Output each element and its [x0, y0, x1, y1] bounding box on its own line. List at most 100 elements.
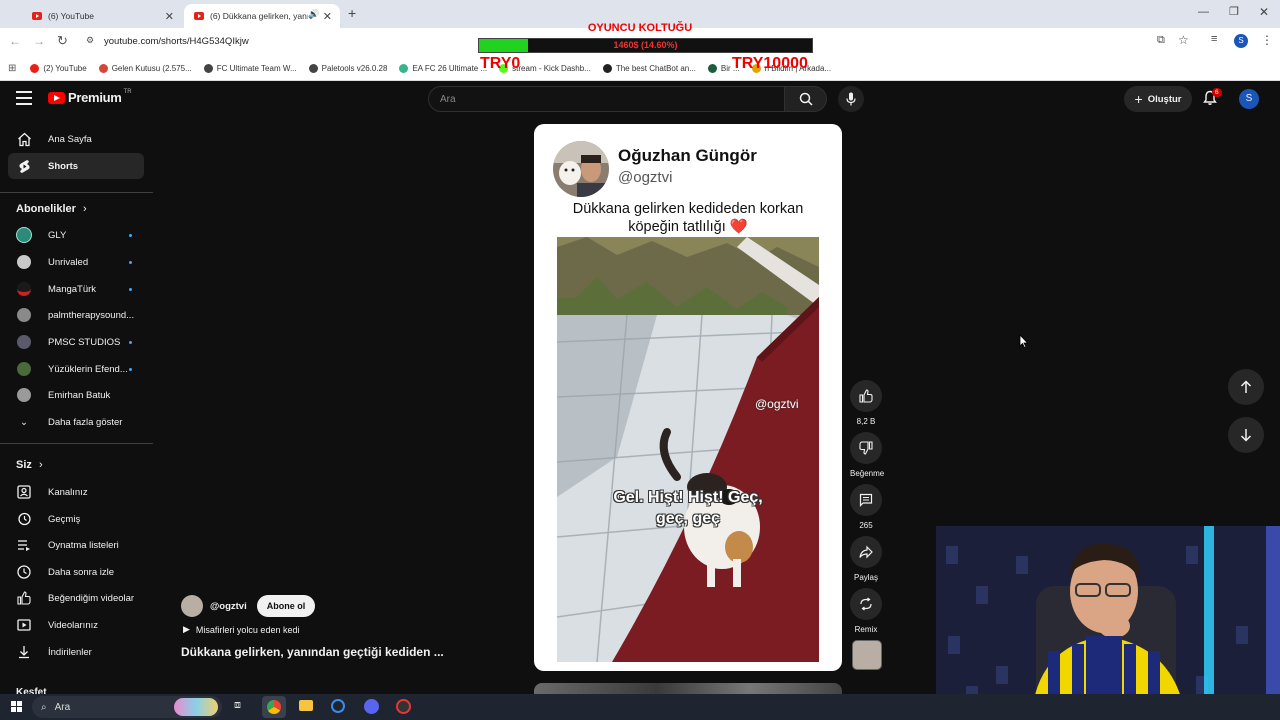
- bookmark-item[interactable]: The best ChatBot an...: [602, 63, 696, 73]
- dislike-action[interactable]: Beğenme: [850, 432, 885, 478]
- sidebar-item-label: Shorts: [48, 160, 79, 172]
- bookmark-item[interactable]: Paletools v26.0.28: [308, 63, 387, 73]
- reload-icon[interactable]: ↻: [57, 33, 68, 49]
- app-icon[interactable]: [331, 699, 345, 713]
- subscription-item[interactable]: PMSC STUDIOS: [8, 329, 144, 355]
- taskbar-search-placeholder: Ara: [54, 701, 71, 713]
- subscription-label: palmtherapysound...: [48, 309, 135, 321]
- sidebar-item-home[interactable]: Ana Sayfa: [8, 126, 144, 152]
- dislike-label: Beğenme: [850, 469, 885, 478]
- subscriptions-heading[interactable]: Abonelikler ›: [16, 203, 87, 215]
- task-view-icon[interactable]: ⧈: [234, 699, 241, 712]
- channel-avatar[interactable]: [181, 595, 203, 617]
- remix-action[interactable]: Remix: [850, 588, 882, 634]
- caption-line: köpeğin tatlılığı ❤️: [628, 219, 748, 235]
- bookmark-star-icon[interactable]: ☆: [1178, 33, 1189, 47]
- like-action[interactable]: 8,2 B: [850, 380, 882, 426]
- sidebar-item-downloads[interactable]: İndirilenler: [8, 639, 144, 665]
- window-close-button[interactable]: ✕: [1259, 5, 1269, 19]
- comments-button[interactable]: [850, 484, 882, 516]
- show-more-button[interactable]: ⌄ Daha fazla göster: [8, 409, 144, 435]
- maximize-button[interactable]: ❐: [1229, 5, 1239, 18]
- bookmark-label: stream - Kick Dashb...: [512, 63, 591, 73]
- short-title[interactable]: Dükkana gelirken, yanından geçtiği kedid…: [181, 645, 444, 659]
- sound-row[interactable]: ▶ Misafirleri yolcu eden kedi: [183, 624, 299, 635]
- sidebar-item-watch-later[interactable]: Daha sonra izle: [8, 559, 144, 585]
- account-avatar[interactable]: S: [1239, 89, 1259, 109]
- notifications-button[interactable]: 6: [1202, 88, 1222, 108]
- share-action[interactable]: Paylaş: [850, 536, 882, 582]
- subscription-label: Unrivaled: [48, 256, 89, 268]
- windows-start-icon[interactable]: [11, 701, 22, 712]
- next-short-button[interactable]: [1228, 417, 1264, 453]
- subscription-item[interactable]: MangaTürk: [8, 276, 144, 302]
- bookmark-item[interactable]: EA FC 26 Ultimate ...: [399, 63, 487, 73]
- subscription-item[interactable]: palmtherapysound...: [8, 302, 144, 328]
- taskbar-search[interactable]: ⌕ Ara: [32, 696, 222, 718]
- close-icon[interactable]: ✕: [323, 10, 332, 23]
- file-explorer-icon[interactable]: [299, 700, 313, 711]
- short-caption: Dükkana gelirken kedideden korkan köpeği…: [534, 200, 842, 236]
- browser-tab-youtube[interactable]: (6) YouTube ✕: [22, 4, 182, 28]
- close-icon[interactable]: ✕: [165, 10, 174, 23]
- author-avatar: [553, 141, 609, 197]
- subscribe-button[interactable]: Abone ol: [256, 595, 316, 617]
- previous-short-button[interactable]: [1228, 369, 1264, 405]
- apps-grid-icon[interactable]: ⊞: [8, 63, 16, 74]
- sidebar-item-shorts[interactable]: Shorts: [8, 153, 144, 179]
- thumbs-down-icon: [859, 441, 873, 455]
- remix-button[interactable]: [850, 588, 882, 620]
- create-button[interactable]: + Oluştur: [1124, 86, 1192, 112]
- sidebar-item-your-channel[interactable]: Kanalınız: [8, 479, 144, 505]
- browser-tab-short[interactable]: (6) Dükkana gelirken, yanın 🔊 ✕: [184, 4, 340, 28]
- back-icon[interactable]: ←: [9, 34, 21, 48]
- subscriptions-heading-label: Abonelikler: [16, 203, 76, 215]
- sidebar-item-playlists[interactable]: Oynatma listeleri: [8, 532, 144, 558]
- sidebar-item-history[interactable]: Geçmiş: [8, 506, 144, 532]
- mouse-cursor-icon: [1019, 334, 1029, 348]
- search-input[interactable]: Ara: [428, 86, 785, 112]
- minimize-button[interactable]: —: [1198, 6, 1209, 18]
- install-icon[interactable]: ⧉: [1157, 34, 1165, 47]
- chrome-taskbar-button[interactable]: [262, 696, 286, 718]
- short-video-player[interactable]: Oğuzhan Güngör @ogztvi Dükkana gelirken …: [534, 124, 842, 671]
- home-icon: [16, 131, 32, 147]
- like-button[interactable]: [850, 380, 882, 412]
- you-heading[interactable]: Siz ›: [16, 459, 43, 471]
- sound-thumbnail[interactable]: [852, 640, 882, 670]
- subscription-item[interactable]: Yüzüklerin Efend...: [8, 356, 144, 382]
- sidebar-item-your-videos[interactable]: Videolarınız: [8, 612, 144, 638]
- media-icon[interactable]: ≡: [1211, 33, 1217, 45]
- sidebar-item-liked-videos[interactable]: Beğendiğim videolar: [8, 585, 144, 611]
- caption-line: Dükkana gelirken kedideden korkan: [572, 201, 804, 217]
- subscription-label: PMSC STUDIOS: [48, 336, 121, 348]
- search-button[interactable]: [785, 86, 827, 112]
- subscription-item[interactable]: Unrivaled: [8, 249, 144, 275]
- bookmark-item[interactable]: (2) YouTube: [30, 63, 87, 73]
- comments-action[interactable]: 265: [850, 484, 882, 530]
- share-button[interactable]: [850, 536, 882, 568]
- new-tab-button[interactable]: +: [348, 5, 356, 21]
- channel-handle[interactable]: @ogztvi: [210, 601, 247, 612]
- site-info-icon[interactable]: ⚙: [86, 35, 94, 46]
- donation-goal-bar: 1460$ (14.60%): [478, 38, 813, 53]
- url-field[interactable]: youtube.com/shorts/H4G534QIkjw: [104, 36, 249, 47]
- subscription-label: Yüzüklerin Efend...: [48, 363, 128, 375]
- subscription-label: MangaTürk: [48, 283, 97, 295]
- subscription-item[interactable]: GLY: [8, 222, 144, 248]
- menu-dots-icon[interactable]: ⋮: [1261, 33, 1273, 47]
- bookmark-item[interactable]: Gelen Kutusu (2.575...: [98, 63, 192, 73]
- comment-count: 265: [859, 521, 873, 530]
- dislike-button[interactable]: [850, 432, 882, 464]
- chatbot-icon: [602, 63, 612, 73]
- speaker-icon[interactable]: 🔊: [308, 9, 319, 20]
- profile-avatar[interactable]: S: [1234, 34, 1248, 48]
- next-short-preview[interactable]: [534, 683, 842, 694]
- forward-icon[interactable]: →: [33, 34, 45, 48]
- channel-avatar: [16, 227, 32, 243]
- subscription-item[interactable]: Emirhan Batuk: [8, 382, 144, 408]
- voice-search-button[interactable]: [838, 86, 864, 112]
- bookmark-item[interactable]: FC Ultimate Team W...: [203, 63, 297, 73]
- obs-icon[interactable]: [396, 699, 411, 714]
- discord-icon[interactable]: [364, 699, 379, 714]
